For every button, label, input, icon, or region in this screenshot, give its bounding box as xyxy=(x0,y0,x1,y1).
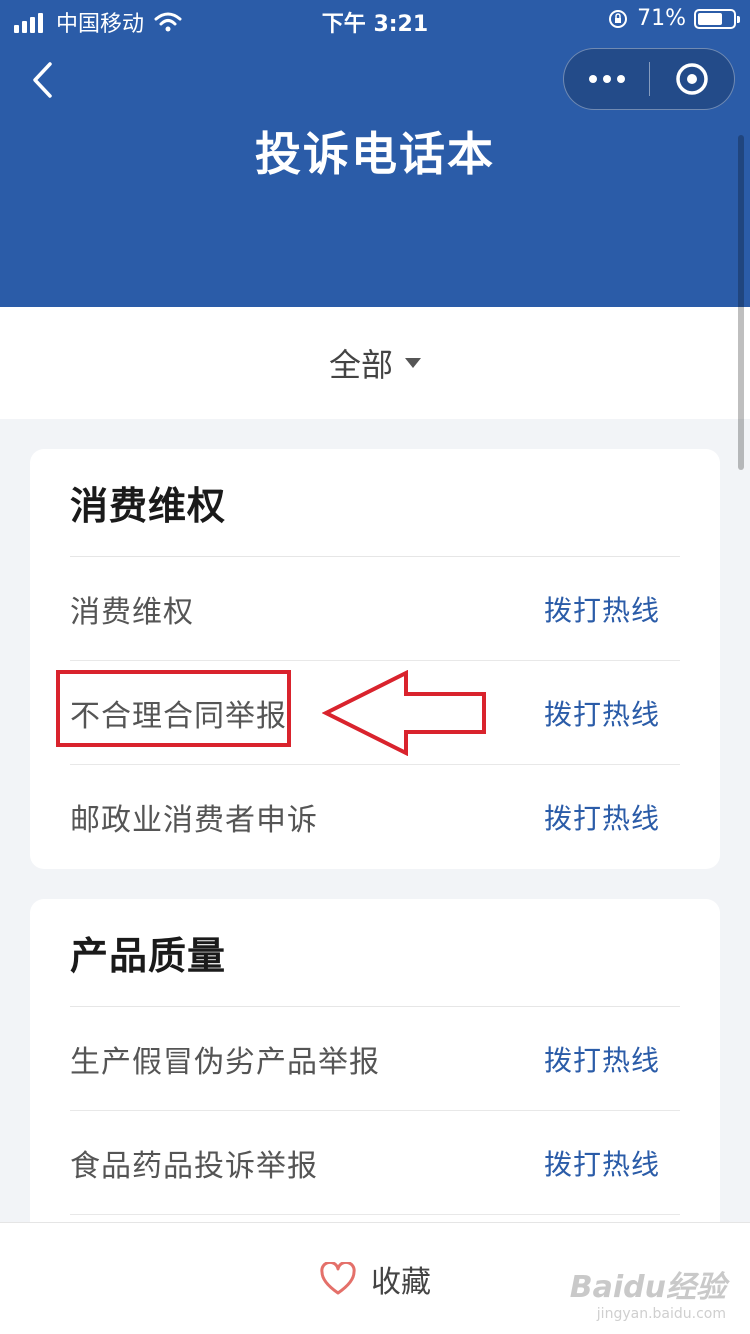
more-button[interactable] xyxy=(564,49,649,109)
rotation-lock-icon xyxy=(609,9,628,28)
status-right: 71% xyxy=(607,6,740,31)
filter-label: 全部 xyxy=(328,346,393,384)
list-item[interactable]: 生产假冒伪劣产品举报 拨打热线 xyxy=(70,1007,680,1111)
item-name: 食品药品投诉举报 xyxy=(70,1148,318,1184)
section-card-product-quality: 产品质量 生产假冒伪劣产品举报 拨打热线 食品药品投诉举报 拨打热线 xyxy=(30,899,720,1239)
section-title: 消费维权 xyxy=(70,449,680,557)
heart-icon xyxy=(320,1261,356,1294)
page-title: 投诉电话本 xyxy=(255,127,495,181)
favorite-label: 收藏 xyxy=(371,1264,431,1300)
header-bar: 中国移动 下午 3:21 71% 投诉电话本 xyxy=(0,0,750,307)
call-hotline-link[interactable]: 拨打热线 xyxy=(544,1143,660,1183)
call-hotline-link[interactable]: 拨打热线 xyxy=(544,797,660,837)
filter-bar: 全部 xyxy=(0,307,750,419)
list-item[interactable]: 食品药品投诉举报 拨打热线 xyxy=(70,1111,680,1215)
annotation-highlight-box xyxy=(56,670,291,747)
section-card-consumer-rights: 消费维权 消费维权 拨打热线 不合理合同举报 拨打热线 邮政业消费者申诉 拨打热… xyxy=(30,449,720,869)
call-hotline-link[interactable]: 拨打热线 xyxy=(544,589,660,629)
category-filter-dropdown[interactable]: 全部 xyxy=(329,340,421,386)
close-miniprogram-button[interactable] xyxy=(650,49,734,109)
baidu-watermark: Baidu经验 jingyan.baidu.com xyxy=(570,1262,726,1322)
list-item[interactable]: 消费维权 拨打热线 xyxy=(70,557,680,661)
item-name: 生产假冒伪劣产品举报 xyxy=(70,1044,380,1080)
list-item[interactable]: 邮政业消费者申诉 拨打热线 xyxy=(70,765,680,869)
item-name: 消费维权 xyxy=(70,594,194,630)
call-hotline-link[interactable]: 拨打热线 xyxy=(544,693,660,733)
back-button[interactable] xyxy=(22,58,62,102)
item-name: 邮政业消费者申诉 xyxy=(70,803,318,838)
target-circle-icon xyxy=(676,63,708,95)
status-bar: 中国移动 下午 3:21 71% xyxy=(0,0,750,40)
annotation-arrow-icon xyxy=(322,670,486,756)
chevron-left-icon xyxy=(33,62,52,98)
battery-icon xyxy=(694,8,740,29)
call-hotline-link[interactable]: 拨打热线 xyxy=(544,1039,660,1079)
more-dots-icon xyxy=(586,75,628,83)
battery-percent: 71% xyxy=(637,6,686,31)
favorite-button[interactable]: 收藏 xyxy=(319,1257,431,1301)
scrollbar[interactable] xyxy=(738,135,744,470)
caret-down-icon xyxy=(405,358,421,368)
miniprogram-capsule xyxy=(563,48,735,110)
watermark-brand: Baidu经验 xyxy=(569,1270,726,1305)
watermark-url: jingyan.baidu.com xyxy=(596,1306,726,1322)
section-title: 产品质量 xyxy=(70,899,680,1007)
battery-fill xyxy=(698,12,723,25)
